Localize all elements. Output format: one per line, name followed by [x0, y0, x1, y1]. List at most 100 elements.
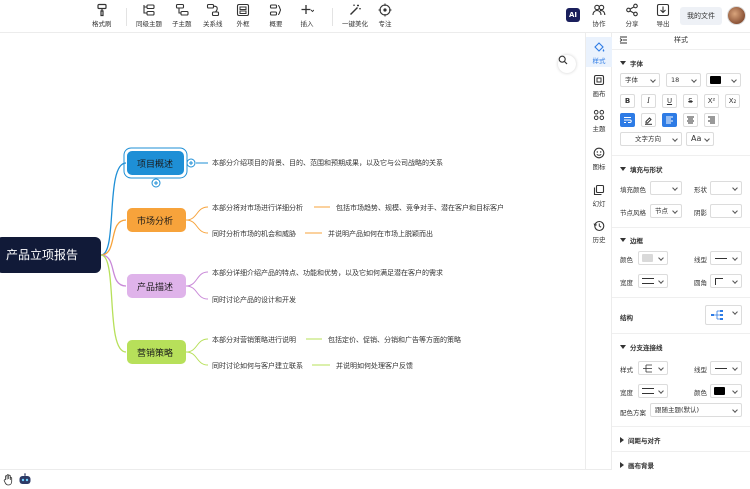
detail-text[interactable]: 本部分将对市场进行详细分析 — [212, 203, 303, 213]
spacing-section-header[interactable]: 间距与对齐 — [620, 435, 661, 445]
font-section-header[interactable]: 字体 — [620, 58, 643, 68]
side-tab-history[interactable]: 历史 — [586, 220, 612, 244]
frame-button[interactable]: 外框 — [236, 3, 250, 28]
root-node-label: 产品立项报告 — [6, 248, 79, 262]
relation-line-button[interactable]: 关系线 — [203, 3, 223, 28]
detail-text[interactable]: 并说明如何处理客户反馈 — [336, 361, 413, 371]
avatar[interactable] — [727, 6, 746, 25]
child-topic-button[interactable]: 子主题 — [172, 3, 192, 28]
underline-button[interactable]: U — [662, 94, 677, 108]
font-size-select[interactable]: 18 — [666, 73, 701, 87]
side-tab-canvas-label: 画布 — [592, 90, 606, 98]
top-toolbar: 格式刷 同级主题 子主题 关系线 外框 概要 插入 一键美化 专注 AI 协作 … — [0, 0, 750, 33]
side-tab-theme[interactable]: 主题 — [586, 109, 612, 133]
branch-line-section-header[interactable]: 分支连接线 — [620, 342, 663, 352]
side-tab-canvas[interactable]: 画布 — [586, 74, 612, 98]
detail-text[interactable]: 同时分析市场的机会和威胁 — [212, 229, 296, 239]
border-section-header[interactable]: 边框 — [620, 235, 643, 245]
relation-line-icon — [206, 3, 219, 17]
side-tab-icons[interactable]: 图标 — [586, 147, 612, 171]
robot-assistant-icon[interactable] — [18, 473, 32, 486]
side-tab-slides[interactable]: 幻灯 — [586, 184, 612, 208]
search-button[interactable] — [558, 55, 576, 73]
font-color-swatch — [710, 76, 721, 84]
fill-section-header[interactable]: 填充与形状 — [620, 164, 663, 174]
canvas-bg-section-header[interactable]: 画布背景 — [620, 460, 654, 470]
font-case-select[interactable]: Aa — [686, 132, 714, 146]
branch-line-type-select[interactable] — [710, 361, 742, 375]
chevron-down-icon — [620, 61, 626, 65]
canvas-bg-section-title: 画布背景 — [628, 462, 654, 470]
text-wrap-button[interactable] — [620, 113, 635, 127]
align-left-button[interactable] — [662, 113, 677, 127]
hand-icon[interactable] — [3, 474, 13, 486]
branch-style-select[interactable] — [638, 361, 668, 375]
sibling-topic-button[interactable]: 同级主题 — [136, 3, 162, 28]
insert-button[interactable]: 插入 — [300, 3, 314, 28]
mindmap-canvas[interactable]: 产品立项报告 项目概述 市场分析 产品描述 营销策略 本部分介绍项目的背景、目的… — [0, 33, 585, 469]
italic-button[interactable]: I — [641, 94, 656, 108]
shadow-select[interactable] — [710, 204, 742, 218]
corner-select[interactable] — [710, 274, 742, 288]
text-direction-select[interactable]: 文字方向 — [620, 132, 682, 146]
node-style-select[interactable]: 节点 — [650, 204, 682, 218]
structure-icon — [711, 310, 723, 320]
ai-button[interactable]: AI — [566, 8, 580, 22]
shape-select[interactable] — [710, 181, 742, 195]
color-scheme-select[interactable]: 跟随主题(默认) — [650, 403, 742, 417]
collab-button[interactable]: 协作 — [592, 3, 606, 28]
summary-button[interactable]: 概要 — [269, 3, 283, 28]
my-files-button[interactable]: 我的文件 — [680, 7, 722, 25]
detail-text[interactable]: 本部分详细介绍产品的特点、功能和优势，以及它如何满足潜在客户的需求 — [212, 268, 443, 278]
side-tab-style[interactable]: 样式 — [586, 37, 612, 67]
bold-button[interactable]: B — [620, 94, 635, 108]
branch-color-select[interactable] — [710, 384, 742, 398]
share-button[interactable]: 分享 — [625, 3, 639, 28]
beautify-button[interactable]: 一键美化 — [342, 3, 368, 28]
line-width-icon — [642, 388, 654, 394]
superscript-button[interactable]: X² — [704, 94, 719, 108]
toolbar-divider — [332, 8, 333, 26]
detail-text[interactable]: 包括定价、促销、分销和广告等方面的策略 — [328, 335, 461, 345]
border-color-select[interactable] — [638, 251, 668, 265]
style-panel: 样式 字体 字体 18 B I U S X² X₂ 文字方向 Aa 填充与形状 … — [612, 33, 750, 489]
collab-label: 协作 — [592, 20, 606, 28]
font-color-select[interactable] — [706, 73, 741, 87]
focus-button[interactable]: 专注 — [378, 3, 392, 28]
font-family-select[interactable]: 字体 — [620, 73, 660, 87]
detail-text[interactable]: 同时讨论产品的设计和开发 — [212, 295, 296, 305]
branch-width-select[interactable] — [638, 384, 668, 398]
align-right-button[interactable] — [704, 113, 719, 127]
structure-label: 结构 — [620, 314, 633, 322]
detail-text[interactable]: 包括市场趋势、规模、竞争对手、潜在客户和目标客户 — [336, 203, 504, 213]
text-wrap-icon — [624, 117, 632, 123]
structure-select[interactable] — [705, 305, 742, 325]
beautify-label: 一键美化 — [342, 20, 368, 28]
share-icon — [626, 3, 638, 17]
subscript-button[interactable]: X₂ — [725, 94, 740, 108]
border-width-select[interactable] — [638, 274, 668, 288]
export-button[interactable]: 导出 — [656, 3, 670, 28]
font-case-icon: Aa — [691, 134, 702, 143]
summary-label: 概要 — [269, 20, 283, 28]
border-line-type-select[interactable] — [710, 251, 742, 265]
text-direction-label: 文字方向 — [635, 135, 661, 143]
frame-icon — [236, 3, 250, 17]
branch-line-type-label: 线型 — [694, 366, 707, 374]
detail-text[interactable]: 本部分对营销策略进行说明 — [212, 335, 296, 345]
fill-color-select[interactable] — [650, 181, 682, 195]
branch-color-label: 颜色 — [694, 389, 707, 397]
sub-connector — [185, 271, 209, 287]
detail-text[interactable]: 本部分介绍项目的背景、目的、范围和预期成果，以及它与公司战略的关系 — [212, 158, 443, 168]
highlight-button[interactable] — [641, 113, 656, 127]
divider — [612, 155, 750, 156]
detail-text[interactable]: 并说明产品如何在市场上脱颖而出 — [328, 229, 433, 239]
paint-bucket-icon — [594, 42, 605, 52]
align-center-button[interactable] — [683, 113, 698, 127]
strikethrough-button[interactable]: S — [683, 94, 698, 108]
focus-label: 专注 — [378, 20, 392, 28]
format-brush-icon — [97, 3, 107, 17]
highlight-icon — [645, 116, 652, 125]
detail-text[interactable]: 同时讨论如何与客户建立联系 — [212, 361, 303, 371]
format-brush-button[interactable]: 格式刷 — [92, 3, 112, 28]
